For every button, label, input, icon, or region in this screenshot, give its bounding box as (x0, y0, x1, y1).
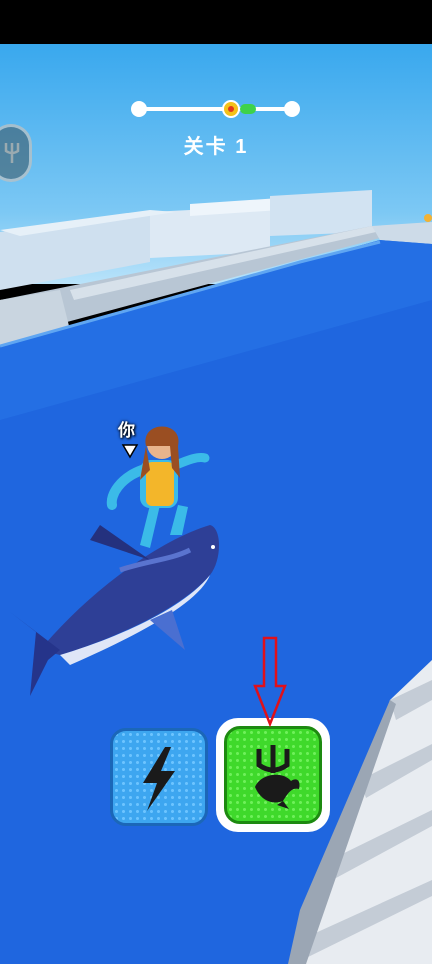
progress-end-dot (284, 101, 300, 117)
trident-shark-icon (255, 745, 300, 809)
shark-power-button[interactable] (224, 726, 322, 824)
player-pointer-icon (121, 444, 139, 459)
trident-icon (4, 143, 20, 163)
progress-segment (240, 104, 256, 114)
game-scene: 关卡 1 你 (0, 0, 432, 964)
progress-player-marker (222, 100, 240, 118)
lightning-bolt-icon (143, 747, 175, 811)
level-label: 关卡 1 (183, 136, 249, 158)
skin-menu-button[interactable] (0, 124, 32, 182)
level-progress-track (138, 107, 294, 111)
annotation-arrow-icon (253, 636, 287, 728)
speed-boost-button[interactable] (110, 728, 208, 826)
progress-start-dot (131, 101, 147, 117)
player-tag: 你 (118, 421, 135, 440)
